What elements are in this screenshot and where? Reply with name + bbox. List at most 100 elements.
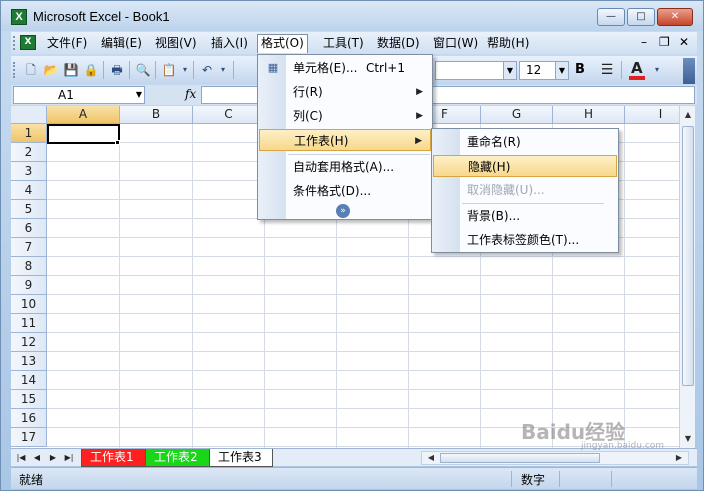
chevron-down-icon[interactable]: ▼ [136,87,142,103]
workbook-close-icon[interactable]: ✕ [679,35,689,49]
workbook-minimize-icon[interactable]: – [641,35,647,49]
row-header[interactable]: 6 [11,219,47,238]
fill-handle[interactable] [115,140,120,145]
menu-help[interactable]: 帮助(H) [483,34,533,53]
row-header[interactable]: 4 [11,181,47,200]
horizontal-scrollbar[interactable]: ◀ ▶ [421,451,689,465]
menu-file[interactable]: 文件(F) [43,34,91,53]
sheet-tab-2[interactable]: 工作表2 [145,449,211,467]
menu-tools[interactable]: 工具(T) [319,34,368,53]
scroll-left-icon[interactable]: ◀ [424,452,438,464]
maximize-button[interactable]: □ [627,8,655,26]
menu-item-label: 取消隐藏(U)... [467,183,545,197]
vertical-scrollbar[interactable]: ▲ ▼ [679,106,695,448]
minimize-button[interactable]: — [597,8,625,26]
toolbar-separator [155,61,156,79]
prev-sheet-icon[interactable]: ◀ [31,451,43,465]
toolbar-options-icon[interactable] [683,58,695,84]
row-header[interactable]: 15 [11,390,47,409]
first-sheet-icon[interactable]: |◀ [15,451,27,465]
last-sheet-icon[interactable]: ▶| [63,451,75,465]
status-num-lock: 数字 [521,473,546,487]
row-header[interactable]: 16 [11,409,47,428]
sheet-tab-3[interactable]: 工作表3 [209,449,273,467]
menu-data[interactable]: 数据(D) [373,34,424,53]
menu-item-hide[interactable]: 隐藏(H) [433,155,617,177]
new-icon[interactable]: 🗋 [23,62,39,78]
row-header[interactable]: 1 [11,124,47,143]
row-header[interactable]: 2 [11,143,47,162]
menu-window[interactable]: 窗口(W) [429,34,482,53]
sheet-tab-1[interactable]: 工作表1 [81,449,147,467]
column-header[interactable]: G [481,106,553,124]
row-header[interactable]: 5 [11,200,47,219]
column-header[interactable]: C [193,106,265,124]
menu-edit[interactable]: 编辑(E) [97,34,146,53]
column-header[interactable]: A [47,106,120,124]
workbook-icon[interactable]: X [20,35,36,50]
paste-icon[interactable]: 📋 [161,62,177,78]
insert-function-icon[interactable]: fx [185,87,196,101]
scroll-down-icon[interactable]: ▼ [681,432,695,446]
menu-divider [288,154,430,155]
row-header[interactable]: 11 [11,314,47,333]
font-color-button[interactable]: A [631,59,643,77]
column-header[interactable]: B [120,106,193,124]
row-header[interactable]: 12 [11,333,47,352]
menu-item-tab-color[interactable]: 工作表标签颜色(T)... [433,229,617,251]
menu-item-label: 背景(B)... [467,209,521,223]
font-size-dropdown[interactable]: 12 ▼ [519,61,569,80]
menu-item-autoformat[interactable]: 自动套用格式(A)... [259,156,431,178]
menu-item-rename[interactable]: 重命名(R) [433,131,617,153]
status-separator [611,471,612,487]
chevron-down-icon[interactable]: ▼ [555,62,568,79]
row-header[interactable]: 7 [11,238,47,257]
toolbar-separator [193,61,194,79]
print-icon[interactable]: 🖶 [109,62,125,78]
menu-view[interactable]: 视图(V) [151,34,201,53]
workbook-restore-icon[interactable]: ❐ [659,35,670,49]
menu-item-conditional-format[interactable]: 条件格式(D)... [259,180,431,202]
undo-icon[interactable]: ↶ [199,62,215,78]
row-header[interactable]: 9 [11,276,47,295]
menubar-grip-icon[interactable] [13,36,16,50]
column-header[interactable]: I [625,106,679,124]
active-cell[interactable] [47,124,120,144]
select-all-corner[interactable] [11,106,47,124]
font-color-dropdown-icon[interactable]: ▾ [649,62,665,78]
scroll-up-icon[interactable]: ▲ [681,108,695,122]
row-header[interactable]: 13 [11,352,47,371]
menu-item-cells[interactable]: ▦ 单元格(E)... Ctrl+1 [259,57,431,79]
row-header[interactable]: 3 [11,162,47,181]
menu-item-row[interactable]: 行(R) ▶ [259,81,431,103]
bold-button[interactable]: B [575,62,585,77]
chevron-down-icon[interactable]: ▼ [503,62,516,79]
open-icon[interactable]: 📂 [43,62,59,78]
column-header[interactable]: H [553,106,625,124]
menu-item-column[interactable]: 列(C) ▶ [259,105,431,127]
status-separator [559,471,560,487]
scroll-right-icon[interactable]: ▶ [672,452,686,464]
next-sheet-icon[interactable]: ▶ [47,451,59,465]
row-header[interactable]: 8 [11,257,47,276]
menu-expand-icon[interactable]: » [336,204,350,218]
row-header[interactable]: 17 [11,428,47,447]
align-center-icon[interactable]: ☰ [599,62,615,78]
menu-format[interactable]: 格式(O) [257,34,308,53]
menu-item-sheet[interactable]: 工作表(H) ▶ [259,129,431,151]
name-box[interactable]: A1 ▼ [13,86,145,104]
research-icon[interactable]: 🔍 [135,62,151,78]
horizontal-scroll-thumb[interactable] [440,453,600,463]
paste-dropdown-icon[interactable]: ▾ [177,62,193,78]
permission-icon[interactable]: 🔒 [83,62,99,78]
toolbar-grip-icon[interactable] [13,62,16,78]
vertical-scroll-thumb[interactable] [682,126,694,386]
row-header[interactable]: 10 [11,295,47,314]
font-name-dropdown[interactable]: ▼ [435,61,517,80]
row-header[interactable]: 14 [11,371,47,390]
menu-insert[interactable]: 插入(I) [207,34,252,53]
close-button[interactable]: ✕ [657,8,693,26]
undo-dropdown-icon[interactable]: ▾ [215,62,231,78]
save-icon[interactable]: 💾 [63,62,79,78]
menu-item-background[interactable]: 背景(B)... [433,205,617,227]
